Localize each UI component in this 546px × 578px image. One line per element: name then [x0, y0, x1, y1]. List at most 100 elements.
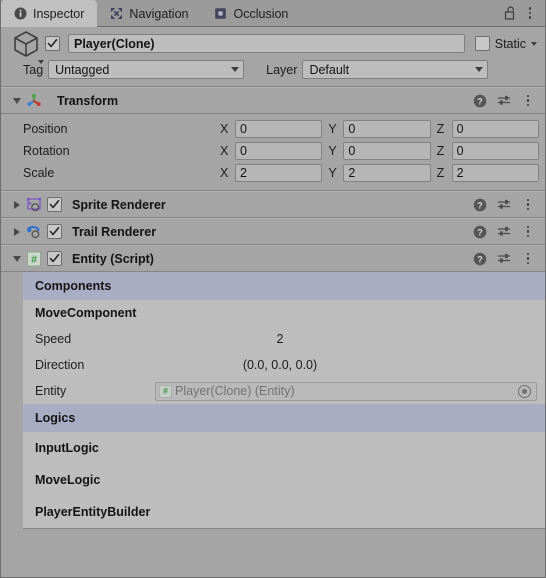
static-dropdown-chevron-icon[interactable] — [531, 41, 537, 46]
tag-label: Tag — [23, 62, 44, 77]
transform-foldout-toggle[interactable] — [9, 97, 25, 104]
property-row-direction: Direction (0.0, 0.0, 0.0) — [23, 352, 545, 378]
axis-label-y: Y — [328, 166, 337, 180]
triangle-down-icon — [13, 97, 21, 104]
transform-body: Position X 0 Y 0 Z 0 Rotation X 0 Y 0 Z … — [1, 114, 545, 191]
transform-row-position: Position X 0 Y 0 Z 0 — [5, 118, 541, 140]
position-y-input[interactable]: 0 — [343, 120, 431, 138]
preset-settings-icon[interactable] — [495, 90, 513, 112]
svg-text:?: ? — [477, 254, 483, 264]
gameobject-header: Player(Clone) Static Tag Untagged Layer … — [1, 27, 545, 87]
preset-settings-icon[interactable] — [495, 194, 513, 216]
navigation-arrows-icon — [109, 7, 123, 21]
help-icon[interactable]: ? — [471, 194, 489, 216]
static-toggle-group: Static — [474, 36, 539, 51]
kebab-menu-icon[interactable] — [519, 248, 537, 270]
tab-inspector[interactable]: Inspector — [1, 0, 98, 27]
direction-value: (0.0, 0.0, 0.0) — [242, 358, 318, 372]
layer-dropdown[interactable]: Default — [302, 60, 489, 79]
component-title: Trail Renderer — [72, 224, 157, 239]
axis-label-z: Z — [436, 166, 445, 180]
layer-value: Default — [309, 62, 350, 77]
component-header-trail-renderer[interactable]: Trail Renderer ? — [1, 218, 545, 245]
preset-settings-icon[interactable] — [495, 221, 513, 243]
scale-x-input[interactable]: 2 — [235, 164, 323, 182]
svg-text:?: ? — [477, 200, 483, 210]
row-label: Scale — [23, 166, 55, 180]
logic-item-player-entity-builder[interactable]: PlayerEntityBuilder — [23, 496, 545, 528]
tab-navigation[interactable]: Navigation — [97, 0, 201, 27]
window-tab-bar: Inspector Navigation Occlusion — [1, 0, 545, 27]
triangle-right-icon — [14, 227, 20, 236]
tag-dropdown[interactable]: Untagged — [48, 60, 245, 79]
info-circle-icon — [13, 7, 27, 21]
property-row-speed: Speed 2 — [23, 326, 545, 352]
rotation-x-input[interactable]: 0 — [235, 142, 323, 160]
object-picker-icon[interactable] — [518, 384, 531, 398]
axis-cell-z: Z 0 — [437, 120, 541, 138]
axis-cell-z: Z 2 — [437, 164, 541, 182]
tab-label: Navigation — [129, 6, 189, 21]
cube-icon[interactable] — [7, 29, 45, 64]
kebab-menu-icon[interactable] — [521, 2, 539, 24]
axis-group: X 2 Y 2 Z 2 — [220, 164, 541, 182]
component-title: Entity (Script) — [72, 251, 154, 266]
kebab-menu-icon[interactable] — [519, 221, 537, 243]
component-actions: ? — [471, 248, 539, 270]
axis-cell-y: Y 2 — [328, 164, 436, 182]
entity-script-foldout-toggle[interactable] — [9, 255, 25, 262]
row-label: Position — [23, 122, 68, 136]
axis-group: X 0 Y 0 Z 0 — [220, 120, 541, 138]
component-header-transform[interactable]: Transform ? — [1, 87, 545, 114]
trail-renderer-enabled-checkbox[interactable] — [47, 224, 62, 239]
rotation-z-input[interactable]: 0 — [451, 142, 539, 160]
help-icon[interactable]: ? — [471, 90, 489, 112]
gameobject-name-input[interactable]: Player(Clone) — [68, 34, 465, 53]
preset-settings-icon[interactable] — [495, 248, 513, 270]
chevron-down-icon[interactable] — [38, 59, 44, 64]
move-component-title: MoveComponent — [35, 306, 137, 320]
svg-text:#: # — [31, 253, 37, 265]
help-icon[interactable]: ? — [471, 248, 489, 270]
kebab-menu-icon[interactable] — [519, 90, 537, 112]
trail-renderer-foldout-toggle[interactable] — [9, 227, 25, 236]
unlocked-padlock-icon[interactable] — [501, 2, 519, 24]
gameobject-enabled-checkbox[interactable] — [45, 36, 60, 51]
component-actions: ? — [471, 90, 539, 112]
component-header-entity-script[interactable]: # Entity (Script) ? — [1, 245, 545, 272]
axis-label-z: Z — [436, 144, 445, 158]
static-checkbox[interactable] — [474, 36, 490, 51]
tab-occlusion[interactable]: Occlusion — [202, 0, 302, 27]
logic-item-move-logic[interactable]: MoveLogic — [23, 464, 545, 496]
kebab-menu-icon[interactable] — [519, 194, 537, 216]
axis-label-x: X — [220, 122, 229, 136]
transform-axis-icon — [25, 92, 43, 109]
sprite-renderer-foldout-toggle[interactable] — [9, 200, 25, 209]
axis-cell-y: Y 0 — [328, 120, 436, 138]
occlusion-square-icon — [214, 7, 228, 21]
logic-item-input-logic[interactable]: InputLogic — [23, 432, 545, 464]
entity-object-value: Player(Clone) (Entity) — [175, 384, 295, 398]
scale-z-input[interactable]: 2 — [451, 164, 539, 182]
chevron-down-icon — [231, 67, 240, 72]
tag-value: Untagged — [55, 62, 110, 77]
sprite-renderer-icon — [25, 196, 43, 213]
rotation-y-input[interactable]: 0 — [343, 142, 431, 160]
triangle-down-icon — [13, 255, 21, 262]
tab-label: Occlusion — [233, 6, 289, 21]
speed-label: Speed — [35, 332, 72, 346]
scale-y-input[interactable]: 2 — [343, 164, 431, 182]
entity-object-field[interactable]: # Player(Clone) (Entity) — [155, 381, 537, 401]
help-icon[interactable]: ? — [471, 221, 489, 243]
position-z-input[interactable]: 0 — [451, 120, 539, 138]
entity-script-enabled-checkbox[interactable] — [47, 251, 62, 266]
axis-cell-y: Y 0 — [328, 142, 436, 160]
axis-group: X 0 Y 0 Z 0 — [220, 142, 541, 160]
axis-label-x: X — [220, 144, 229, 158]
axis-cell-z: Z 0 — [437, 142, 541, 160]
sprite-renderer-enabled-checkbox[interactable] — [47, 197, 62, 212]
axis-label-y: Y — [328, 144, 337, 158]
position-x-input[interactable]: 0 — [235, 120, 323, 138]
transform-row-scale: Scale X 2 Y 2 Z 2 — [5, 162, 541, 184]
component-header-sprite-renderer[interactable]: Sprite Renderer ? — [1, 191, 545, 218]
